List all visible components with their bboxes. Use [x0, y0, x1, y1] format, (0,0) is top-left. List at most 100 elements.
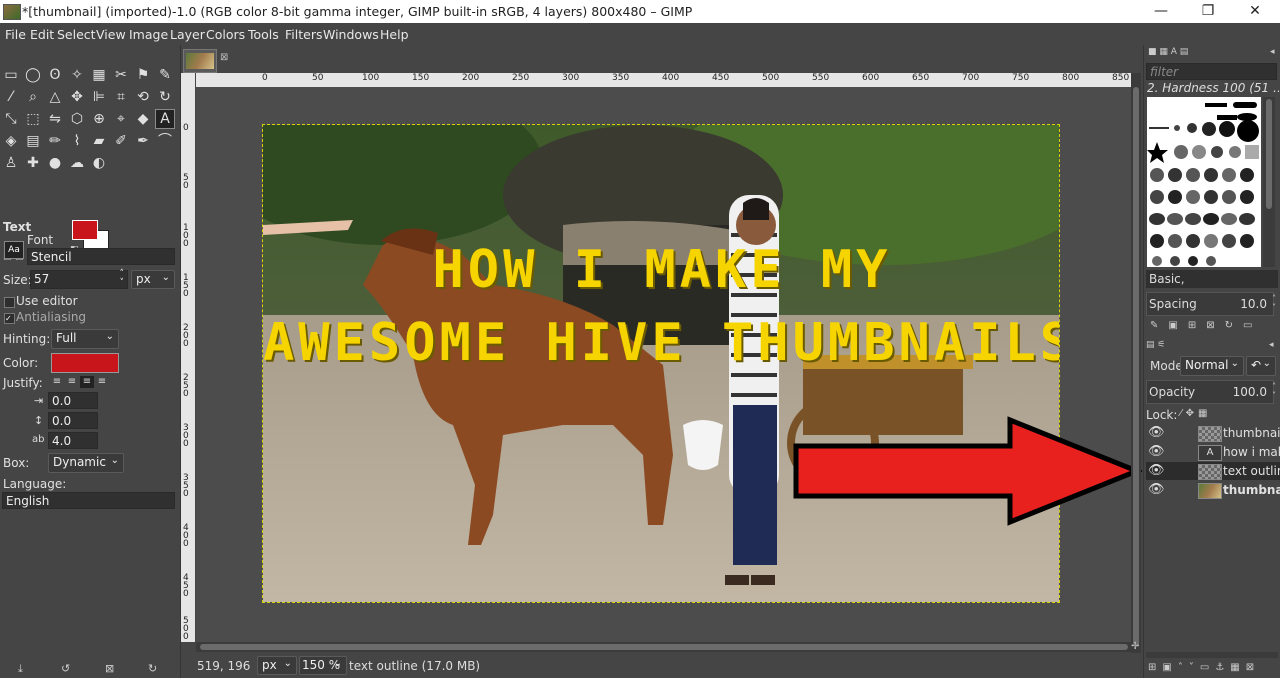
- rotate-icon[interactable]: ↻: [156, 88, 174, 106]
- foreground-select-icon[interactable]: ⚑: [134, 66, 152, 84]
- antialiasing-checkbox[interactable]: ✓: [4, 313, 15, 324]
- gradient-icon[interactable]: ▤: [24, 132, 42, 150]
- clone-icon[interactable]: ♙: [2, 154, 20, 172]
- layers-tab-icons[interactable]: ▤ ⚟: [1146, 340, 1165, 350]
- font-preview-icon[interactable]: Aa: [4, 241, 24, 259]
- box-select[interactable]: Dynamic ⌄: [48, 453, 124, 473]
- layer-row-selected[interactable]: 👁 text outline: [1146, 462, 1280, 480]
- layer-row[interactable]: 👁 A how i make: [1146, 443, 1280, 461]
- lasso-icon[interactable]: ʘ: [46, 66, 64, 84]
- thumbnail-title-line2[interactable]: AWESOME HIVE THUMBNAILS: [263, 313, 1059, 373]
- perspective-icon[interactable]: ⬚: [24, 110, 42, 128]
- align-icon[interactable]: ⊫: [90, 88, 108, 106]
- lock-icons[interactable]: ⁄✥▦: [1180, 408, 1212, 419]
- opacity-slider[interactable]: Opacity 100.0: [1146, 380, 1274, 404]
- save-options-icon[interactable]: ⤓: [18, 662, 23, 676]
- image-canvas[interactable]: HOW I MAKE MY AWESOME HIVE THUMBNAILS: [262, 124, 1060, 603]
- close-button[interactable]: ✕: [1240, 2, 1270, 20]
- eraser-icon[interactable]: ▰: [90, 132, 108, 150]
- vertical-scroll-thumb[interactable]: [1133, 87, 1139, 647]
- letter-spacing-input[interactable]: 4.0: [48, 432, 98, 449]
- visibility-eye-icon[interactable]: 👁: [1148, 425, 1165, 440]
- dodge-burn-icon[interactable]: ◐: [90, 154, 108, 172]
- menu-file[interactable]: File: [5, 27, 26, 42]
- heal-icon[interactable]: ✚: [24, 154, 42, 172]
- brush-scrollbar[interactable]: [1263, 97, 1275, 267]
- ruler-corner[interactable]: [181, 73, 195, 87]
- brush-grid[interactable]: [1147, 97, 1261, 267]
- menu-edit[interactable]: Edit: [30, 27, 54, 42]
- panel-menu-icon[interactable]: ◂: [1270, 47, 1275, 57]
- minimize-button[interactable]: —: [1146, 2, 1176, 20]
- cage-transform-icon[interactable]: ⬡: [68, 110, 86, 128]
- visibility-eye-icon[interactable]: 👁: [1148, 444, 1165, 459]
- text-tool-icon[interactable]: A: [155, 109, 175, 129]
- airbrush-icon[interactable]: ✐: [112, 132, 130, 150]
- use-editor-checkbox[interactable]: [4, 297, 15, 308]
- text-color-button[interactable]: [51, 353, 119, 373]
- brush-preset-field[interactable]: Basic,: [1146, 270, 1278, 288]
- menu-layer[interactable]: Layer: [170, 27, 205, 42]
- foreground-color-swatch[interactable]: [72, 220, 98, 240]
- justify-fill-icon[interactable]: ≡: [95, 376, 109, 388]
- menu-tools[interactable]: Tools: [248, 27, 279, 42]
- justify-center-icon[interactable]: ≡: [80, 376, 94, 388]
- layers-panel-menu-icon[interactable]: ◂: [1269, 340, 1274, 350]
- restore-options-icon[interactable]: ↺: [61, 662, 70, 675]
- line-spacing-input[interactable]: 0.0: [48, 412, 98, 429]
- horizontal-scroll-thumb[interactable]: [200, 644, 1128, 650]
- layer-action-icons[interactable]: ⊞▣˄˅▭⚓▦⊠: [1148, 662, 1260, 673]
- move-icon[interactable]: ✥: [68, 88, 86, 106]
- color-picker-icon[interactable]: ⁄: [2, 88, 20, 106]
- language-input[interactable]: English: [2, 492, 175, 509]
- vertical-scrollbar[interactable]: [1131, 73, 1141, 653]
- pencil-icon[interactable]: ✏: [46, 132, 64, 150]
- handle-transform-icon[interactable]: ⌖: [112, 110, 130, 128]
- flip-icon[interactable]: ⇋: [46, 110, 64, 128]
- justify-right-icon[interactable]: ≡: [65, 376, 79, 388]
- menu-view[interactable]: View: [96, 27, 126, 42]
- ellipse-select-icon[interactable]: ◯: [24, 66, 42, 84]
- unified-transform-icon[interactable]: ⟲: [134, 88, 152, 106]
- zoom-icon[interactable]: ⌕: [24, 88, 42, 106]
- zoom-select[interactable]: 150 % ⌄: [299, 656, 347, 675]
- ink-icon[interactable]: ✒: [134, 132, 152, 150]
- brushes-tab-icons[interactable]: ■ ▦ A ▤: [1148, 47, 1188, 57]
- vertical-ruler[interactable]: 0 50 100 150 200 250 300 350 400 450 500: [181, 87, 195, 642]
- visibility-eye-icon[interactable]: 👁: [1148, 482, 1165, 497]
- thumbnail-title-line1[interactable]: HOW I MAKE MY: [263, 240, 1059, 300]
- smudge-icon[interactable]: ☁: [68, 154, 86, 172]
- layer-row[interactable]: 👁 thumbnail: [1146, 424, 1280, 442]
- horizontal-ruler[interactable]: 0 50 100 150 200 250 300 350 400 450 500…: [196, 73, 1131, 87]
- paintbrush-icon[interactable]: ⌇: [68, 132, 86, 150]
- menu-windows[interactable]: Windows: [323, 27, 379, 42]
- layer-mode-select[interactable]: Normal ⌄: [1180, 356, 1244, 376]
- bucket-fill-icon[interactable]: ◆: [134, 110, 152, 128]
- image-tab[interactable]: [183, 49, 217, 73]
- warp-icon[interactable]: ⊕: [90, 110, 108, 128]
- select-by-color-icon[interactable]: ▦: [90, 66, 108, 84]
- size-spin-icon[interactable]: ˄ ˅: [120, 270, 125, 288]
- mypaint-brush-icon[interactable]: ⌒: [156, 132, 174, 150]
- size-input[interactable]: 57 ˄ ˅: [30, 270, 128, 289]
- crop-icon[interactable]: ⌗: [112, 88, 130, 106]
- visibility-eye-icon[interactable]: 👁: [1148, 463, 1165, 478]
- menu-select[interactable]: Select: [57, 27, 96, 42]
- measure-icon[interactable]: △: [46, 88, 64, 106]
- rect-select-icon[interactable]: ▭: [2, 66, 20, 84]
- shear-icon[interactable]: ⤡: [2, 110, 20, 128]
- spacing-spin-icon[interactable]: ˄ ˅: [1272, 294, 1276, 312]
- hinting-select[interactable]: Full ⌄: [51, 329, 119, 349]
- navigate-icon[interactable]: ✢: [1131, 641, 1139, 652]
- fuzzy-select-icon[interactable]: ✧: [68, 66, 86, 84]
- menu-colors[interactable]: Colors: [206, 27, 245, 42]
- blur-icon[interactable]: ●: [46, 154, 64, 172]
- reset-options-icon[interactable]: ↻: [148, 662, 157, 675]
- horizontal-scrollbar[interactable]: [196, 642, 1131, 652]
- layers-hscrollbar[interactable]: [1146, 652, 1278, 658]
- brush-filter-input[interactable]: filter: [1146, 63, 1277, 80]
- close-tab-icon[interactable]: ⊠: [220, 52, 228, 63]
- maximize-button[interactable]: ❐: [1193, 2, 1223, 20]
- composite-mode-select[interactable]: ↶ ⌄: [1246, 356, 1276, 376]
- scissors-icon[interactable]: ✂: [112, 66, 130, 84]
